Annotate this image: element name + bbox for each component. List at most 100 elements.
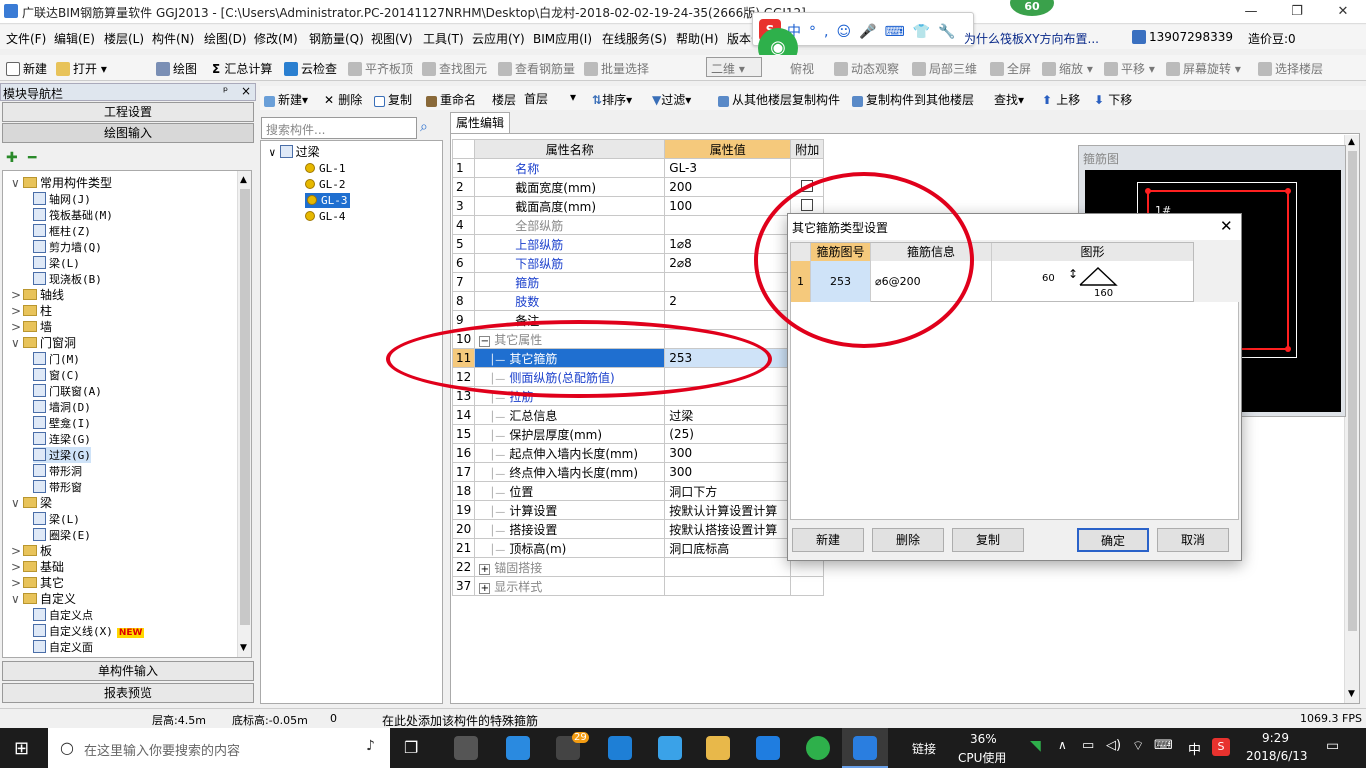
property-value[interactable]	[664, 576, 792, 596]
property-value[interactable]: 按默认计算设置计算	[664, 500, 792, 520]
menu-right-link[interactable]: 为什么筏板XY方向布置...	[964, 30, 1099, 47]
menu-item-2[interactable]: 楼层(L)	[104, 30, 144, 47]
copy-from-floor-button[interactable]: 从其他楼层复制构件	[718, 91, 840, 108]
batch-select-button[interactable]: 批量选择	[584, 60, 649, 77]
view-rebar-button[interactable]: 查看钢筋量	[498, 60, 575, 77]
tree-toggle-icon[interactable]: >	[11, 319, 23, 335]
find-element-button[interactable]: 查找图元	[422, 60, 487, 77]
tree-item[interactable]: 门(M)	[33, 351, 80, 367]
property-row[interactable]: 15 │— 保护层厚度(mm) (25)	[451, 424, 825, 444]
expand-icon[interactable]: +	[479, 563, 491, 575]
tree-item[interactable]: > 墙	[11, 319, 52, 335]
comp-item[interactable]: GL-1	[305, 161, 346, 176]
menu-item-0[interactable]: 文件(F)	[6, 30, 46, 47]
user-phone[interactable]: 13907298339	[1132, 30, 1233, 44]
grid-shape-cell[interactable]: 60 ↕ 160	[992, 261, 1193, 302]
tree-scrollbar[interactable]: ▲ ▼	[237, 171, 251, 657]
comp-delete-button[interactable]: ✕ 删除	[324, 91, 362, 108]
comp-root[interactable]: ∨ 过梁	[269, 145, 320, 160]
tree-item[interactable]: ∨ 自定义	[11, 591, 76, 607]
task-view-icon[interactable]: ❐	[404, 738, 418, 757]
tree-item[interactable]: 现浇板(B)	[33, 271, 102, 287]
notification-center-icon[interactable]: ▭	[1326, 738, 1339, 754]
clock-time[interactable]: 9:29	[1262, 731, 1289, 745]
tree-toggle-icon[interactable]: >	[11, 559, 23, 575]
menu-item-5[interactable]: 修改(M)	[254, 30, 298, 47]
tab-property-edit[interactable]: 属性编辑	[450, 112, 510, 133]
clock-date[interactable]: 2018/6/13	[1246, 749, 1308, 763]
floor-select[interactable]: 首层 ▾	[522, 88, 580, 108]
search-icon[interactable]: ⌕	[420, 119, 440, 139]
component-search-input[interactable]: 搜索构件...	[261, 117, 417, 139]
ime-item-1[interactable]: °,	[809, 24, 836, 40]
menu-item-4[interactable]: 绘图(D)	[204, 30, 247, 47]
rotate-button[interactable]: 屏幕旋转 ▾	[1166, 60, 1241, 77]
tree-item[interactable]: > 轴线	[11, 287, 64, 303]
scroll-down-icon[interactable]: ▼	[240, 643, 247, 653]
comp-item[interactable]: GL-3	[305, 193, 350, 208]
tree-item[interactable]: 连梁(G)	[33, 431, 91, 447]
property-row[interactable]: 16 │— 起点伸入墙内长度(mm) 300	[451, 443, 825, 463]
tree-toggle-icon[interactable]: ∨	[11, 335, 23, 351]
ime-items[interactable]: 中°,☺🎤⌨👕🔧	[787, 21, 964, 41]
cloud-check-button[interactable]: 云检查	[284, 60, 337, 77]
move-down-button[interactable]: ⬇ 下移	[1094, 91, 1132, 108]
property-row[interactable]: 37 + 显示样式	[451, 576, 825, 596]
mic-icon[interactable]: ♪	[366, 738, 375, 754]
volume-icon[interactable]: ◁)	[1106, 738, 1121, 753]
tree-item[interactable]: 过梁(G)	[33, 447, 91, 463]
comp-copy-button[interactable]: 复制	[374, 91, 412, 108]
wifi-status-icon[interactable]: ◥	[1030, 738, 1041, 754]
zoom-button[interactable]: 缩放 ▾	[1042, 60, 1093, 77]
ie-app-icon[interactable]	[506, 736, 530, 760]
property-row[interactable]: 18 │— 位置 洞口下方	[451, 481, 825, 501]
menu-item-1[interactable]: 编辑(E)	[54, 30, 95, 47]
ime-item-2[interactable]: ☺	[836, 24, 859, 40]
menu-item-8[interactable]: 工具(T)	[423, 30, 464, 47]
tree-item[interactable]: > 板	[11, 543, 52, 559]
tray-expand-icon[interactable]: ∧	[1058, 738, 1067, 752]
comp-new-button[interactable]: 新建▾	[264, 91, 308, 108]
property-row[interactable]: 14 │— 汇总信息 过梁	[451, 405, 825, 425]
ggj-active-app[interactable]	[842, 728, 888, 768]
menu-item-3[interactable]: 构件(N)	[152, 30, 194, 47]
windows-start-icon[interactable]: ⊞	[14, 738, 29, 759]
prop-scroll-down-icon[interactable]: ▼	[1348, 689, 1355, 699]
dialog-close-icon[interactable]: ✕	[1220, 217, 1233, 235]
tree-toggle-icon[interactable]: >	[11, 543, 23, 559]
comp-rename-button[interactable]: 重命名	[426, 91, 476, 108]
single-input-button[interactable]: 单构件输入	[2, 661, 254, 681]
menu-item-7[interactable]: 视图(V)	[371, 30, 413, 47]
property-value[interactable]: 300	[664, 462, 792, 482]
dialog-ok-button[interactable]: 确定	[1077, 528, 1149, 552]
tree-item[interactable]: 梁(L)	[33, 255, 80, 271]
property-extra[interactable]	[790, 576, 825, 596]
property-value[interactable]	[664, 557, 792, 577]
ie2-app-icon[interactable]	[658, 736, 682, 760]
prop-scroll-thumb[interactable]	[1348, 151, 1357, 631]
tree-toggle-icon[interactable]: ∨	[11, 495, 23, 511]
tree-item[interactable]: > 柱	[11, 303, 52, 319]
dialog-delete-button[interactable]: 删除	[872, 528, 944, 552]
tree-item[interactable]: 门联窗(A)	[33, 383, 102, 399]
property-scrollbar[interactable]: ▲ ▼	[1344, 135, 1359, 703]
property-extra[interactable]	[790, 158, 825, 178]
property-row[interactable]: 1 名称 GL-3	[451, 158, 825, 178]
sogou-tray-icon[interactable]: S	[1212, 738, 1230, 756]
notification-badge[interactable]: 60	[1010, 0, 1054, 16]
tree-item[interactable]: 筏板基础(M)	[33, 207, 113, 223]
ime-item-5[interactable]: 👕	[913, 24, 938, 40]
browser360-app-icon[interactable]	[806, 736, 830, 760]
tree-item[interactable]: 带形洞	[33, 463, 82, 479]
copy-to-floor-button[interactable]: 复制构件到其他楼层	[852, 91, 974, 108]
tree-toggle-icon[interactable]: >	[11, 303, 23, 319]
tree-item[interactable]: ∨ 常用构件类型	[11, 175, 112, 191]
tree-item[interactable]: > 基础	[11, 559, 64, 575]
tree-item[interactable]: ∨ 梁	[11, 495, 52, 511]
ime-item-3[interactable]: 🎤	[859, 24, 884, 40]
tree-item[interactable]: 壁龛(I)	[33, 415, 91, 431]
ime-lang[interactable]: 中	[1188, 739, 1201, 758]
tree-item[interactable]: 框柱(Z)	[33, 223, 91, 239]
project-settings-button[interactable]: 工程设置	[2, 102, 254, 122]
maximize-button[interactable]: ❐	[1274, 0, 1320, 24]
